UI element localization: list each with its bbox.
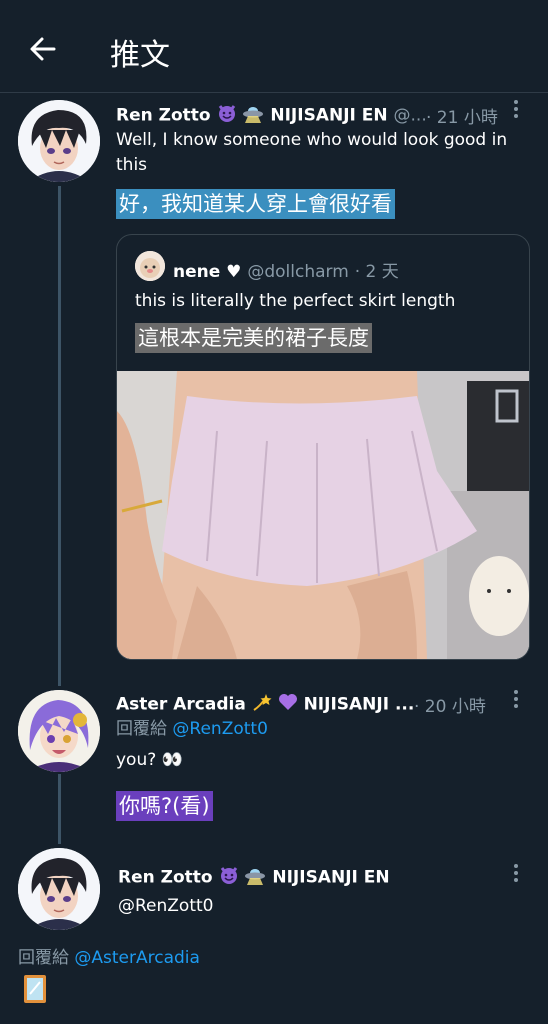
tweet-time[interactable]: · 21 小時: [426, 103, 498, 128]
affiliation: NIJISANJI EN: [270, 105, 388, 126]
quoted-text: this is literally the perfect skirt leng…: [135, 291, 456, 311]
avatar[interactable]: [18, 848, 100, 930]
translation-overlay: 這根本是完美的裙子長度: [135, 323, 372, 353]
thread-connector: [58, 774, 61, 844]
reply-context: 回覆給 @AsterArcadia: [18, 946, 200, 971]
mention-link[interactable]: @AsterArcadia: [74, 948, 200, 968]
reply-prefix: 回覆給: [18, 948, 69, 968]
tweet-author[interactable]: Ren Zotto NIJISANJI EN: [118, 865, 390, 890]
reply-context: 回覆給 @RenZott0: [116, 717, 268, 742]
translation-overlay: 你嗎?(看): [116, 791, 213, 821]
mention-link[interactable]: @RenZott0: [172, 719, 267, 739]
display-name: Aster Arcadia: [116, 694, 246, 715]
display-name: Ren Zotto: [118, 867, 213, 888]
quoted-media-photo[interactable]: [117, 371, 529, 659]
affiliation: NIJISANJI ...: [303, 694, 415, 715]
quoted-tweet[interactable]: nene ♥ @dollcharm · 2 天 this is literall…: [116, 234, 530, 660]
tweet-time[interactable]: · 20 小時: [414, 692, 486, 717]
mirror-emoji: [22, 974, 48, 1008]
display-name: nene ♥: [173, 262, 242, 282]
handle: @dollcharm: [247, 262, 349, 282]
quoted-time: · 2 天: [354, 262, 399, 282]
handle: @...: [393, 105, 427, 126]
tweet-text: you? 👀: [116, 750, 183, 770]
tweet-author[interactable]: Aster Arcadia NIJISANJI ...: [116, 692, 414, 717]
more-icon[interactable]: [513, 690, 519, 712]
tweet-text: Well, I know someone who would look good…: [116, 130, 508, 175]
ufo-emoji: [242, 103, 264, 128]
purple-heart-emoji: [278, 692, 298, 717]
arrow-left-icon[interactable]: [28, 34, 58, 64]
thread-connector: [58, 186, 61, 686]
quoted-author: nene ♥ @dollcharm · 2 天: [173, 257, 399, 282]
avatar[interactable]: [18, 690, 100, 772]
smiling-devil-emoji: [217, 103, 237, 128]
reply-prefix: 回覆給: [116, 719, 167, 739]
affiliation: NIJISANJI EN: [272, 867, 390, 888]
handle: @RenZott0: [118, 896, 214, 916]
tweet-author[interactable]: Ren Zotto NIJISANJI EN @...: [116, 103, 427, 128]
top-bar: 推文: [0, 0, 548, 93]
page-title: 推文: [110, 38, 170, 73]
display-name: Ren Zotto: [116, 105, 211, 126]
avatar: [135, 251, 165, 281]
smiling-devil-emoji: [219, 865, 239, 890]
ufo-emoji: [244, 865, 266, 890]
avatar[interactable]: [18, 100, 100, 182]
more-icon[interactable]: [513, 100, 519, 122]
dizzy-emoji: [252, 692, 272, 717]
more-icon[interactable]: [513, 864, 519, 886]
translation-overlay: 好，我知道某人穿上會很好看: [116, 189, 395, 219]
